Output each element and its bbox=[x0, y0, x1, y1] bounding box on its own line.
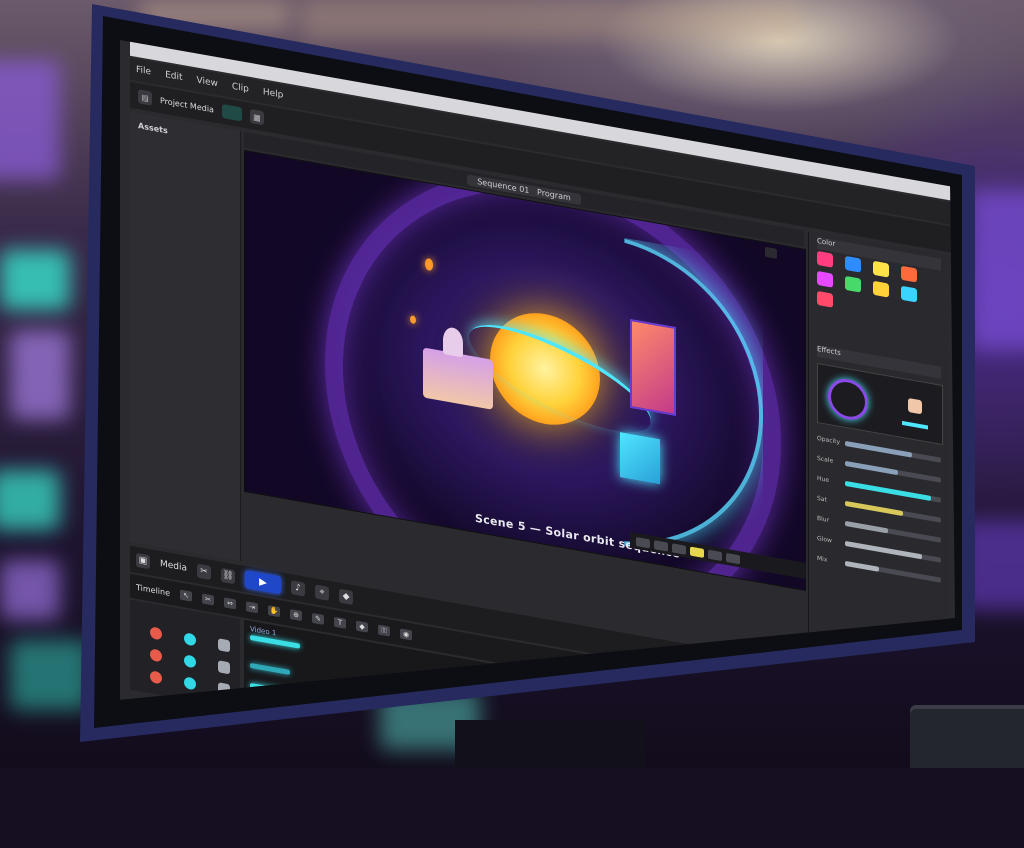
assets-panel-title: Assets bbox=[138, 121, 168, 135]
text-tool-icon[interactable]: T bbox=[334, 617, 346, 629]
visibility-icon[interactable] bbox=[184, 676, 196, 690]
spark-graphic bbox=[410, 315, 416, 324]
viewer-settings-icon[interactable] bbox=[765, 247, 777, 259]
color-swatch[interactable] bbox=[817, 251, 833, 268]
slider-track[interactable] bbox=[845, 560, 941, 582]
pen-tool-icon[interactable]: ✎ bbox=[312, 613, 324, 625]
orb-thumbnail-icon bbox=[828, 376, 868, 423]
eye-icon[interactable]: ◉ bbox=[400, 628, 412, 640]
spark-graphic bbox=[425, 258, 433, 271]
slider-fill bbox=[845, 480, 931, 500]
transport-mode-label: Media bbox=[160, 559, 187, 574]
timeline-clip[interactable] bbox=[250, 663, 290, 675]
slider-fill bbox=[845, 460, 898, 474]
snap-icon[interactable]: ⌖ bbox=[315, 584, 329, 600]
select-tool-icon[interactable]: ↖ bbox=[180, 590, 192, 602]
cyan-card-graphic bbox=[620, 432, 660, 484]
slider-label: Hue bbox=[817, 474, 839, 485]
slip-tool-icon[interactable]: ⇔ bbox=[224, 597, 236, 609]
step-forward-button[interactable] bbox=[708, 549, 722, 560]
scissors-icon[interactable]: ✂ bbox=[197, 564, 211, 580]
settings-icon[interactable] bbox=[218, 638, 230, 652]
red-card-graphic bbox=[630, 319, 676, 416]
effects-section-label: Effects bbox=[817, 345, 841, 357]
link-icon[interactable]: ⛓ bbox=[221, 568, 235, 584]
color-swatch[interactable] bbox=[873, 261, 889, 278]
play-button[interactable]: ▶ bbox=[245, 570, 281, 594]
menu-clip[interactable]: Clip bbox=[232, 82, 249, 95]
loop-button[interactable] bbox=[690, 546, 704, 557]
razor-tool-icon[interactable]: ✂ bbox=[202, 593, 214, 605]
record-icon[interactable] bbox=[150, 670, 162, 684]
export-frame-button[interactable] bbox=[726, 552, 740, 563]
slider-fill bbox=[845, 540, 922, 559]
program-tab-label: Program bbox=[537, 187, 571, 202]
bg-light-blob bbox=[300, 0, 800, 40]
mark-out-button[interactable] bbox=[654, 540, 668, 551]
slider-track[interactable] bbox=[845, 520, 941, 542]
color-swatch[interactable] bbox=[845, 256, 861, 273]
slider-fill bbox=[845, 500, 903, 515]
bg-light-blob bbox=[970, 190, 1024, 350]
slider-track[interactable] bbox=[845, 540, 941, 562]
record-icon[interactable] bbox=[150, 648, 162, 662]
bg-light-blob bbox=[10, 330, 70, 420]
slider-label: Sat bbox=[817, 494, 839, 505]
bg-light-blob bbox=[10, 640, 90, 710]
timeline-label: Timeline bbox=[136, 582, 170, 597]
record-icon[interactable] bbox=[150, 626, 162, 640]
slider-track[interactable] bbox=[845, 440, 941, 462]
slider-label: Glow bbox=[817, 534, 839, 545]
slider-label: Opacity bbox=[817, 434, 839, 445]
ripple-tool-icon[interactable]: ⇥ bbox=[246, 601, 258, 613]
slider-track[interactable] bbox=[845, 500, 941, 522]
slider-fill bbox=[845, 520, 888, 533]
bg-light-blob bbox=[0, 560, 60, 620]
menu-view[interactable]: View bbox=[197, 75, 218, 89]
color-swatch[interactable] bbox=[901, 266, 917, 283]
color-section-label: Color bbox=[817, 237, 835, 248]
slider-fill bbox=[845, 560, 879, 571]
slider-label: Mix bbox=[817, 554, 839, 565]
slider-label: Blur bbox=[817, 514, 839, 525]
desk-device bbox=[910, 705, 1024, 768]
mark-in-button[interactable] bbox=[636, 536, 650, 547]
folder-icon[interactable]: ▤ bbox=[138, 89, 152, 105]
color-swatch[interactable] bbox=[901, 286, 917, 303]
color-swatch[interactable] bbox=[873, 281, 889, 298]
color-swatch[interactable] bbox=[817, 291, 833, 308]
slider-track[interactable] bbox=[845, 460, 941, 482]
cyan-bar-icon bbox=[902, 421, 928, 430]
menu-help[interactable]: Help bbox=[263, 87, 284, 101]
assets-panel: Assets bbox=[130, 112, 241, 562]
slider-label: Scale bbox=[817, 454, 839, 465]
audio-icon[interactable]: ♪ bbox=[291, 580, 305, 596]
slider-track[interactable] bbox=[845, 480, 941, 502]
color-swatch[interactable] bbox=[845, 276, 861, 293]
grid-icon[interactable]: ▦ bbox=[250, 109, 264, 125]
toolbar-label: Project Media bbox=[160, 96, 214, 115]
step-back-button[interactable] bbox=[672, 543, 686, 554]
bg-light-blob bbox=[0, 60, 60, 180]
visibility-icon[interactable] bbox=[184, 632, 196, 646]
marker-icon[interactable]: ◆ bbox=[339, 589, 353, 605]
slider-fill bbox=[845, 440, 912, 457]
figure-thumbnail-icon bbox=[908, 398, 922, 414]
color-swatch[interactable] bbox=[817, 271, 833, 288]
settings-icon[interactable] bbox=[218, 660, 230, 674]
zoom-tool-icon[interactable]: ⊕ bbox=[290, 609, 302, 621]
hand-tool-icon[interactable]: ✋ bbox=[268, 605, 280, 617]
media-icon[interactable]: ▣ bbox=[136, 553, 150, 569]
import-button[interactable] bbox=[222, 104, 242, 122]
lock-icon[interactable]: ⚿ bbox=[378, 624, 390, 636]
menu-edit[interactable]: Edit bbox=[165, 70, 182, 83]
bg-light-blob bbox=[0, 470, 60, 530]
marker-tool-icon[interactable]: ◆ bbox=[356, 621, 368, 633]
menu-file[interactable]: File bbox=[136, 65, 151, 78]
monitor-stand bbox=[455, 720, 645, 768]
bg-light-blob bbox=[0, 250, 70, 310]
visibility-icon[interactable] bbox=[184, 654, 196, 668]
